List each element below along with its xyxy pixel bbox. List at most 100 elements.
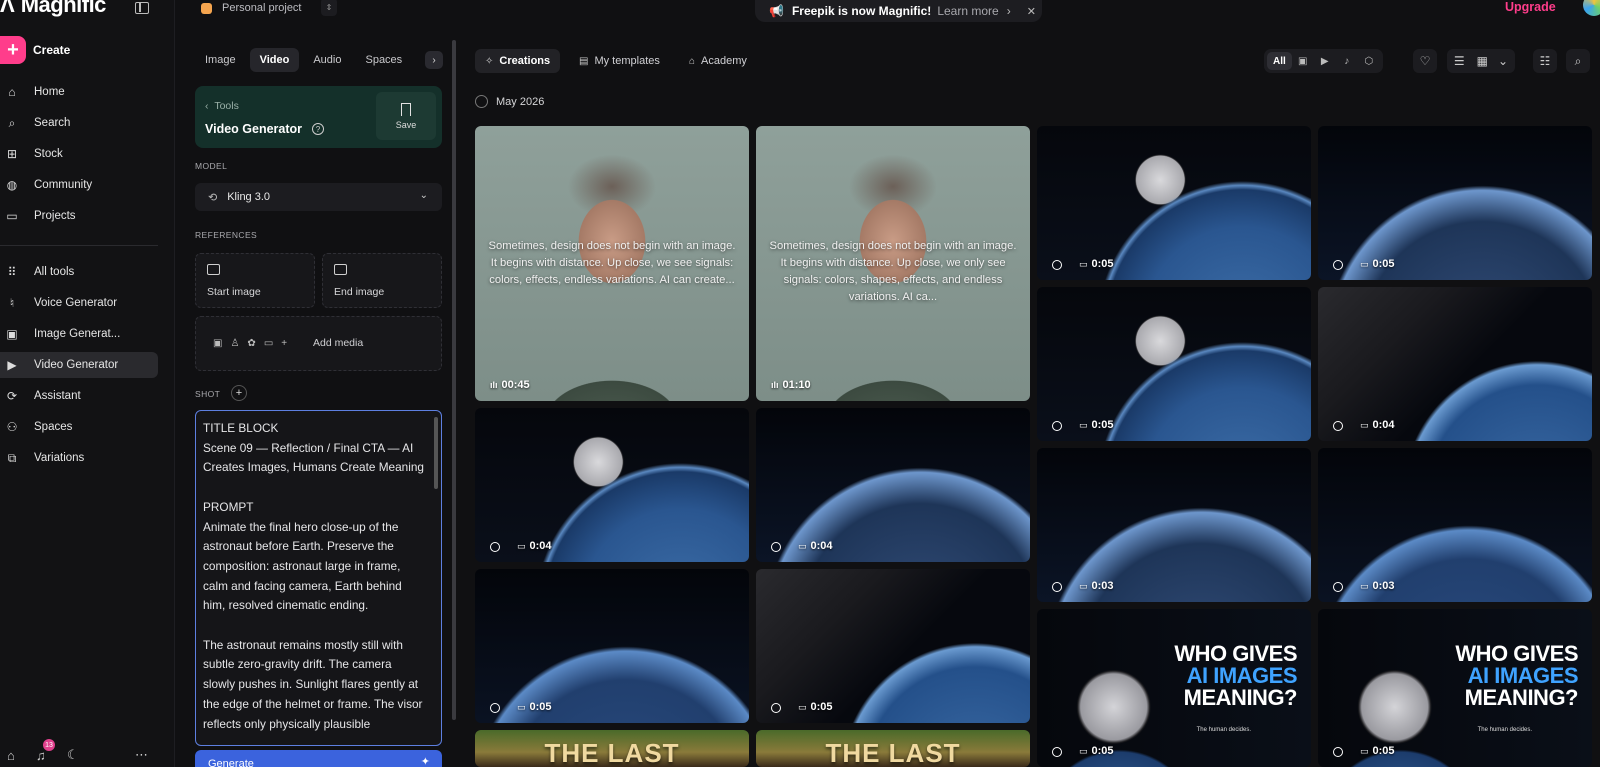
add-shot-button[interactable]: +	[231, 385, 247, 401]
chevron-right-icon: ›	[1006, 4, 1011, 18]
bell-icon[interactable]: ♫	[36, 748, 46, 763]
prompt-text[interactable]: TITLE BLOCK Scene 09 — Reflection / Fina…	[203, 419, 425, 734]
audio-wave-icon: ılı	[771, 380, 779, 390]
view-toggle: ☰ ▦ ⌄	[1447, 49, 1515, 73]
list-view-icon[interactable]: ☰	[1454, 54, 1465, 68]
tab-label: My templates	[594, 55, 660, 67]
end-image-slot[interactable]: End image	[322, 253, 442, 308]
panel-scrollbar[interactable]	[452, 40, 456, 720]
filter-image-icon[interactable]: ▣	[1292, 52, 1314, 70]
chevron-updown-icon[interactable]: ⇕	[321, 0, 337, 16]
gallery-tile[interactable]: ▭ 0:05	[1037, 126, 1311, 280]
gallery-tile[interactable]: THE LAST	[475, 730, 749, 767]
poster-line: WHO GIVES	[1455, 641, 1578, 666]
announcement-banner: 📢 Freepik is now Magnific! Learn more › …	[755, 0, 1042, 22]
person-icon: ♙	[230, 338, 240, 349]
folder-icon: ▭	[6, 209, 18, 223]
filter-3d-icon[interactable]: ⬡	[1358, 52, 1380, 70]
sidebar-item-search[interactable]: ⌕ Search	[0, 110, 158, 136]
tools-back-link[interactable]: ‹ Tools	[205, 100, 239, 112]
tab-academy[interactable]: ⌂ Academy	[679, 49, 757, 73]
help-icon[interactable]: ?	[312, 123, 324, 135]
gallery-tile[interactable]: ▭ 0:05	[1318, 126, 1592, 280]
sidebar-item-image-generator[interactable]: ▣ Image Generat...	[0, 321, 158, 347]
grid-view-icon[interactable]: ▦	[1477, 54, 1488, 68]
chevron-right-icon[interactable]: ›	[425, 51, 443, 69]
tab-image[interactable]: Image	[195, 48, 246, 72]
generate-button[interactable]: Generate ✦	[195, 750, 442, 767]
prompt-scrollbar[interactable]	[434, 417, 438, 489]
gallery-tile[interactable]: THE LAST	[756, 730, 1030, 767]
gallery-tile[interactable]: WHO GIVES AI IMAGES MEANING? The human d…	[1037, 609, 1311, 767]
add-media-slot[interactable]: ▣ ♙ ✿ ▭ + Add media	[195, 316, 442, 371]
save-button[interactable]: Save	[376, 92, 436, 140]
tab-spaces[interactable]: Spaces	[355, 48, 412, 72]
tile-overlay-text: Sometimes, design does not begin with an…	[488, 240, 736, 286]
sidebar-item-assistant[interactable]: ⟳ Assistant	[0, 383, 158, 409]
sidebar-item-video-generator[interactable]: ▶ Video Generator	[0, 352, 158, 378]
gallery-tile[interactable]: ▭ 0:03	[1037, 448, 1311, 602]
sidebar-item-projects[interactable]: ▭ Projects	[0, 203, 158, 229]
project-switcher[interactable]: Personal project ⇕	[201, 0, 337, 16]
add-media-label: Add media	[313, 337, 364, 349]
gallery-tile[interactable]: ▭ 0:04	[475, 408, 749, 562]
gallery-tile[interactable]: Sometimes, design does not begin with an…	[756, 126, 1030, 401]
logo-icon: Λ	[0, 0, 15, 17]
create-button[interactable]: + Create	[0, 36, 70, 64]
upgrade-link[interactable]: Upgrade	[1505, 0, 1556, 14]
start-image-slot[interactable]: Start image	[195, 253, 315, 308]
theme-toggle-icon[interactable]: ☾	[67, 747, 79, 763]
video-icon: ▭	[1360, 419, 1369, 430]
video-icon: ▶	[7, 358, 17, 372]
gallery-tile[interactable]: ▭ 0:03	[1318, 448, 1592, 602]
image-icon: ▣	[213, 338, 223, 349]
sidebar-item-variations[interactable]: ⧉ Variations	[0, 445, 158, 471]
search-icon[interactable]: ⌕	[1566, 49, 1590, 73]
gallery-tile[interactable]: ▭ 0:05	[475, 569, 749, 723]
model-select[interactable]: ⟲ Kling 3.0 ⌄	[195, 183, 442, 211]
heart-icon[interactable]: ♡	[1413, 49, 1437, 73]
select-group-radio[interactable]	[475, 95, 488, 108]
settings-sliders-icon[interactable]: ☷	[1533, 49, 1557, 73]
sidebar-item-all-tools[interactable]: ⠿ All tools	[0, 259, 158, 285]
tool-title: Video Generator	[205, 122, 303, 136]
gallery-tile[interactable]: ▭ 0:05	[756, 569, 1030, 723]
gallery-tile[interactable]: WHO GIVES AI IMAGES MEANING? The human d…	[1318, 609, 1592, 767]
gallery-tile[interactable]: ▭ 0:04	[1318, 287, 1592, 441]
academy-icon[interactable]: ⌂	[7, 748, 15, 763]
sidebar-item-community[interactable]: ◍ Community	[0, 172, 158, 198]
tab-my-templates[interactable]: ▤ My templates	[569, 49, 670, 73]
sidebar-toggle-icon[interactable]	[135, 2, 149, 14]
prompt-textarea[interactable]: TITLE BLOCK Scene 09 — Reflection / Fina…	[195, 410, 442, 746]
image-add-icon	[207, 264, 220, 275]
close-icon[interactable]: ✕	[1027, 5, 1036, 18]
loop-icon	[1052, 421, 1062, 431]
sidebar-item-label: Projects	[34, 210, 76, 222]
sidebar-item-home[interactable]: ⌂ Home	[0, 79, 158, 105]
filter-all[interactable]: All	[1267, 52, 1292, 70]
tab-creations[interactable]: ✧ Creations	[475, 49, 561, 73]
brand[interactable]: Λ Magnific	[0, 0, 106, 20]
tile-duration: ▭ 0:03	[1079, 580, 1114, 592]
tab-video[interactable]: Video	[249, 48, 300, 72]
learn-more-link[interactable]: Learn more	[937, 4, 998, 18]
project-name: Personal project	[222, 2, 302, 14]
plus-icon: +	[0, 36, 26, 64]
tab-audio[interactable]: Audio	[303, 48, 351, 72]
chevron-down-icon[interactable]: ⌄	[1498, 54, 1508, 68]
duration-label: 0:05	[529, 701, 552, 713]
sidebar-item-spaces[interactable]: ⚇ Spaces	[0, 414, 158, 440]
more-icon[interactable]: ⋯	[135, 747, 148, 763]
gallery-tile[interactable]: Sometimes, design does not begin with an…	[475, 126, 749, 401]
filter-video-icon[interactable]: ▶	[1314, 52, 1336, 70]
filter-audio-icon[interactable]: ♪	[1336, 52, 1358, 70]
sidebar-item-voice-generator[interactable]: ♮ Voice Generator	[0, 290, 158, 316]
gallery-tile[interactable]: ▭ 0:05	[1037, 287, 1311, 441]
poster-line: AI IMAGES	[1186, 663, 1298, 688]
tab-label: Creations	[499, 55, 551, 67]
video-icon: ▭	[1079, 258, 1088, 269]
sidebar-item-stock[interactable]: ⊞ Stock	[0, 141, 158, 167]
poster-subtitle: The human decides.	[1196, 727, 1251, 733]
avatar[interactable]	[1583, 0, 1600, 16]
gallery-tile[interactable]: ▭ 0:04	[756, 408, 1030, 562]
